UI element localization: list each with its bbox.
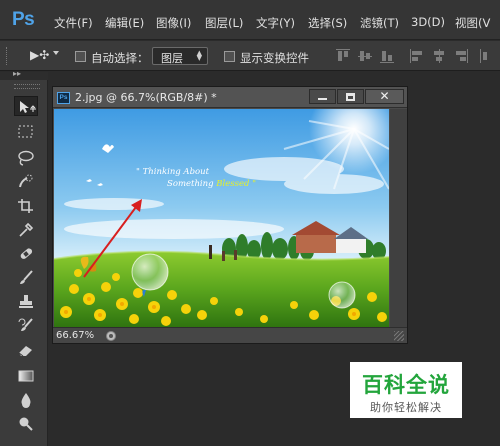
maximize-icon (346, 93, 355, 101)
align-left-icon[interactable] (410, 49, 424, 63)
tools-panel: ▸▸ (0, 69, 48, 446)
document-ps-icon: Ps (57, 92, 70, 104)
gradient-tool-icon[interactable] (14, 366, 38, 386)
options-bar: ▶✣ 自动选择： 图层 ▲ ▼ 显示变换控件 (0, 41, 500, 71)
auto-select-label: 自动选择： (91, 51, 149, 65)
menu-type[interactable]: 文字(Y) (256, 15, 295, 31)
close-icon: ✕ (379, 89, 390, 103)
brush-tool-icon[interactable] (14, 268, 38, 288)
align-top-icon[interactable] (336, 49, 350, 63)
collapse-icon[interactable]: ▸▸ (13, 69, 21, 78)
zoom-level-field[interactable]: 66.67% (56, 330, 100, 342)
menu-edit[interactable]: 编辑(E) (105, 15, 144, 31)
document-window: Ps 2.jpg @ 66.7%(RGB/8#) * ✕ " Thinking … (52, 86, 408, 344)
move-tool-icon[interactable] (14, 96, 38, 116)
align-right-icon[interactable] (454, 49, 468, 63)
minimize-icon (318, 98, 327, 100)
healing-brush-tool-icon[interactable] (14, 244, 38, 264)
resize-grip-icon[interactable] (394, 331, 404, 341)
image-caption-word: Something (167, 179, 214, 189)
dodge-tool-icon[interactable] (14, 414, 38, 434)
updown-arrows-icon: ▲ ▼ (196, 49, 202, 62)
vertical-scrollbar[interactable] (390, 109, 407, 327)
close-button[interactable]: ✕ (365, 89, 404, 104)
menu-bar: Ps 文件(F) 编辑(E) 图像(I) 图层(L) 文字(Y) 选择(S) 滤… (0, 0, 500, 40)
image-caption-line1: " Thinking About (136, 167, 210, 177)
menu-select[interactable]: 选择(S) (308, 15, 347, 31)
distribute-icon[interactable] (480, 49, 492, 63)
auto-select-value: 图层 (161, 52, 183, 65)
menu-file[interactable]: 文件(F) (54, 15, 93, 31)
eyedropper-tool-icon[interactable] (14, 220, 38, 240)
menu-image[interactable]: 图像(I) (156, 15, 191, 31)
landscape-photo (54, 109, 389, 327)
blur-tool-icon[interactable] (14, 390, 38, 410)
image-canvas[interactable]: " Thinking About Something Blessed " (54, 109, 389, 327)
align-vcenter-icon[interactable] (358, 49, 372, 63)
status-info-icon[interactable] (106, 331, 116, 341)
show-transform-checkbox[interactable] (224, 51, 235, 62)
image-caption-highlight: Blessed " (216, 179, 257, 189)
tools-panel-header[interactable]: ▸▸ (0, 69, 48, 80)
quick-selection-tool-icon[interactable] (14, 172, 38, 192)
history-brush-tool-icon[interactable] (14, 316, 38, 336)
app-logo: Ps (12, 9, 35, 30)
auto-select-checkbox[interactable] (75, 51, 86, 62)
watermark-logo: 百科全说 助你轻松解决 (350, 362, 462, 418)
document-title: 2.jpg @ 66.7%(RGB/8#) * (75, 91, 217, 104)
watermark-subtitle: 助你轻松解决 (370, 401, 442, 414)
menu-layer[interactable]: 图层(L) (205, 15, 243, 31)
menu-view[interactable]: 视图(V (455, 15, 490, 31)
chevron-down-icon[interactable] (53, 51, 59, 55)
document-status-bar: 66.67% (53, 327, 407, 343)
menu-filter[interactable]: 滤镜(T) (360, 15, 399, 31)
clone-stamp-tool-icon[interactable] (14, 292, 38, 312)
lasso-tool-icon[interactable] (14, 148, 38, 168)
options-grip[interactable] (6, 47, 10, 65)
auto-select-dropdown[interactable]: 图层 ▲ ▼ (152, 47, 208, 65)
show-transform-label: 显示变换控件 (240, 51, 309, 65)
minimize-button[interactable] (309, 89, 336, 104)
crop-tool-icon[interactable] (14, 196, 38, 216)
maximize-button[interactable] (337, 89, 364, 104)
align-hcenter-icon[interactable] (432, 49, 446, 63)
marquee-tool-icon[interactable] (14, 122, 38, 142)
tools-panel-grip[interactable] (14, 84, 40, 89)
watermark-title: 百科全说 (362, 373, 450, 397)
tool-preset-picker[interactable]: ▶✣ (30, 48, 49, 62)
menu-3d[interactable]: 3D(D) (411, 15, 445, 29)
eraser-tool-icon[interactable] (14, 340, 38, 360)
align-bottom-icon[interactable] (380, 49, 394, 63)
document-title-bar[interactable]: Ps 2.jpg @ 66.7%(RGB/8#) * ✕ (53, 87, 407, 108)
image-caption-line2: Something Blessed " (167, 179, 256, 189)
